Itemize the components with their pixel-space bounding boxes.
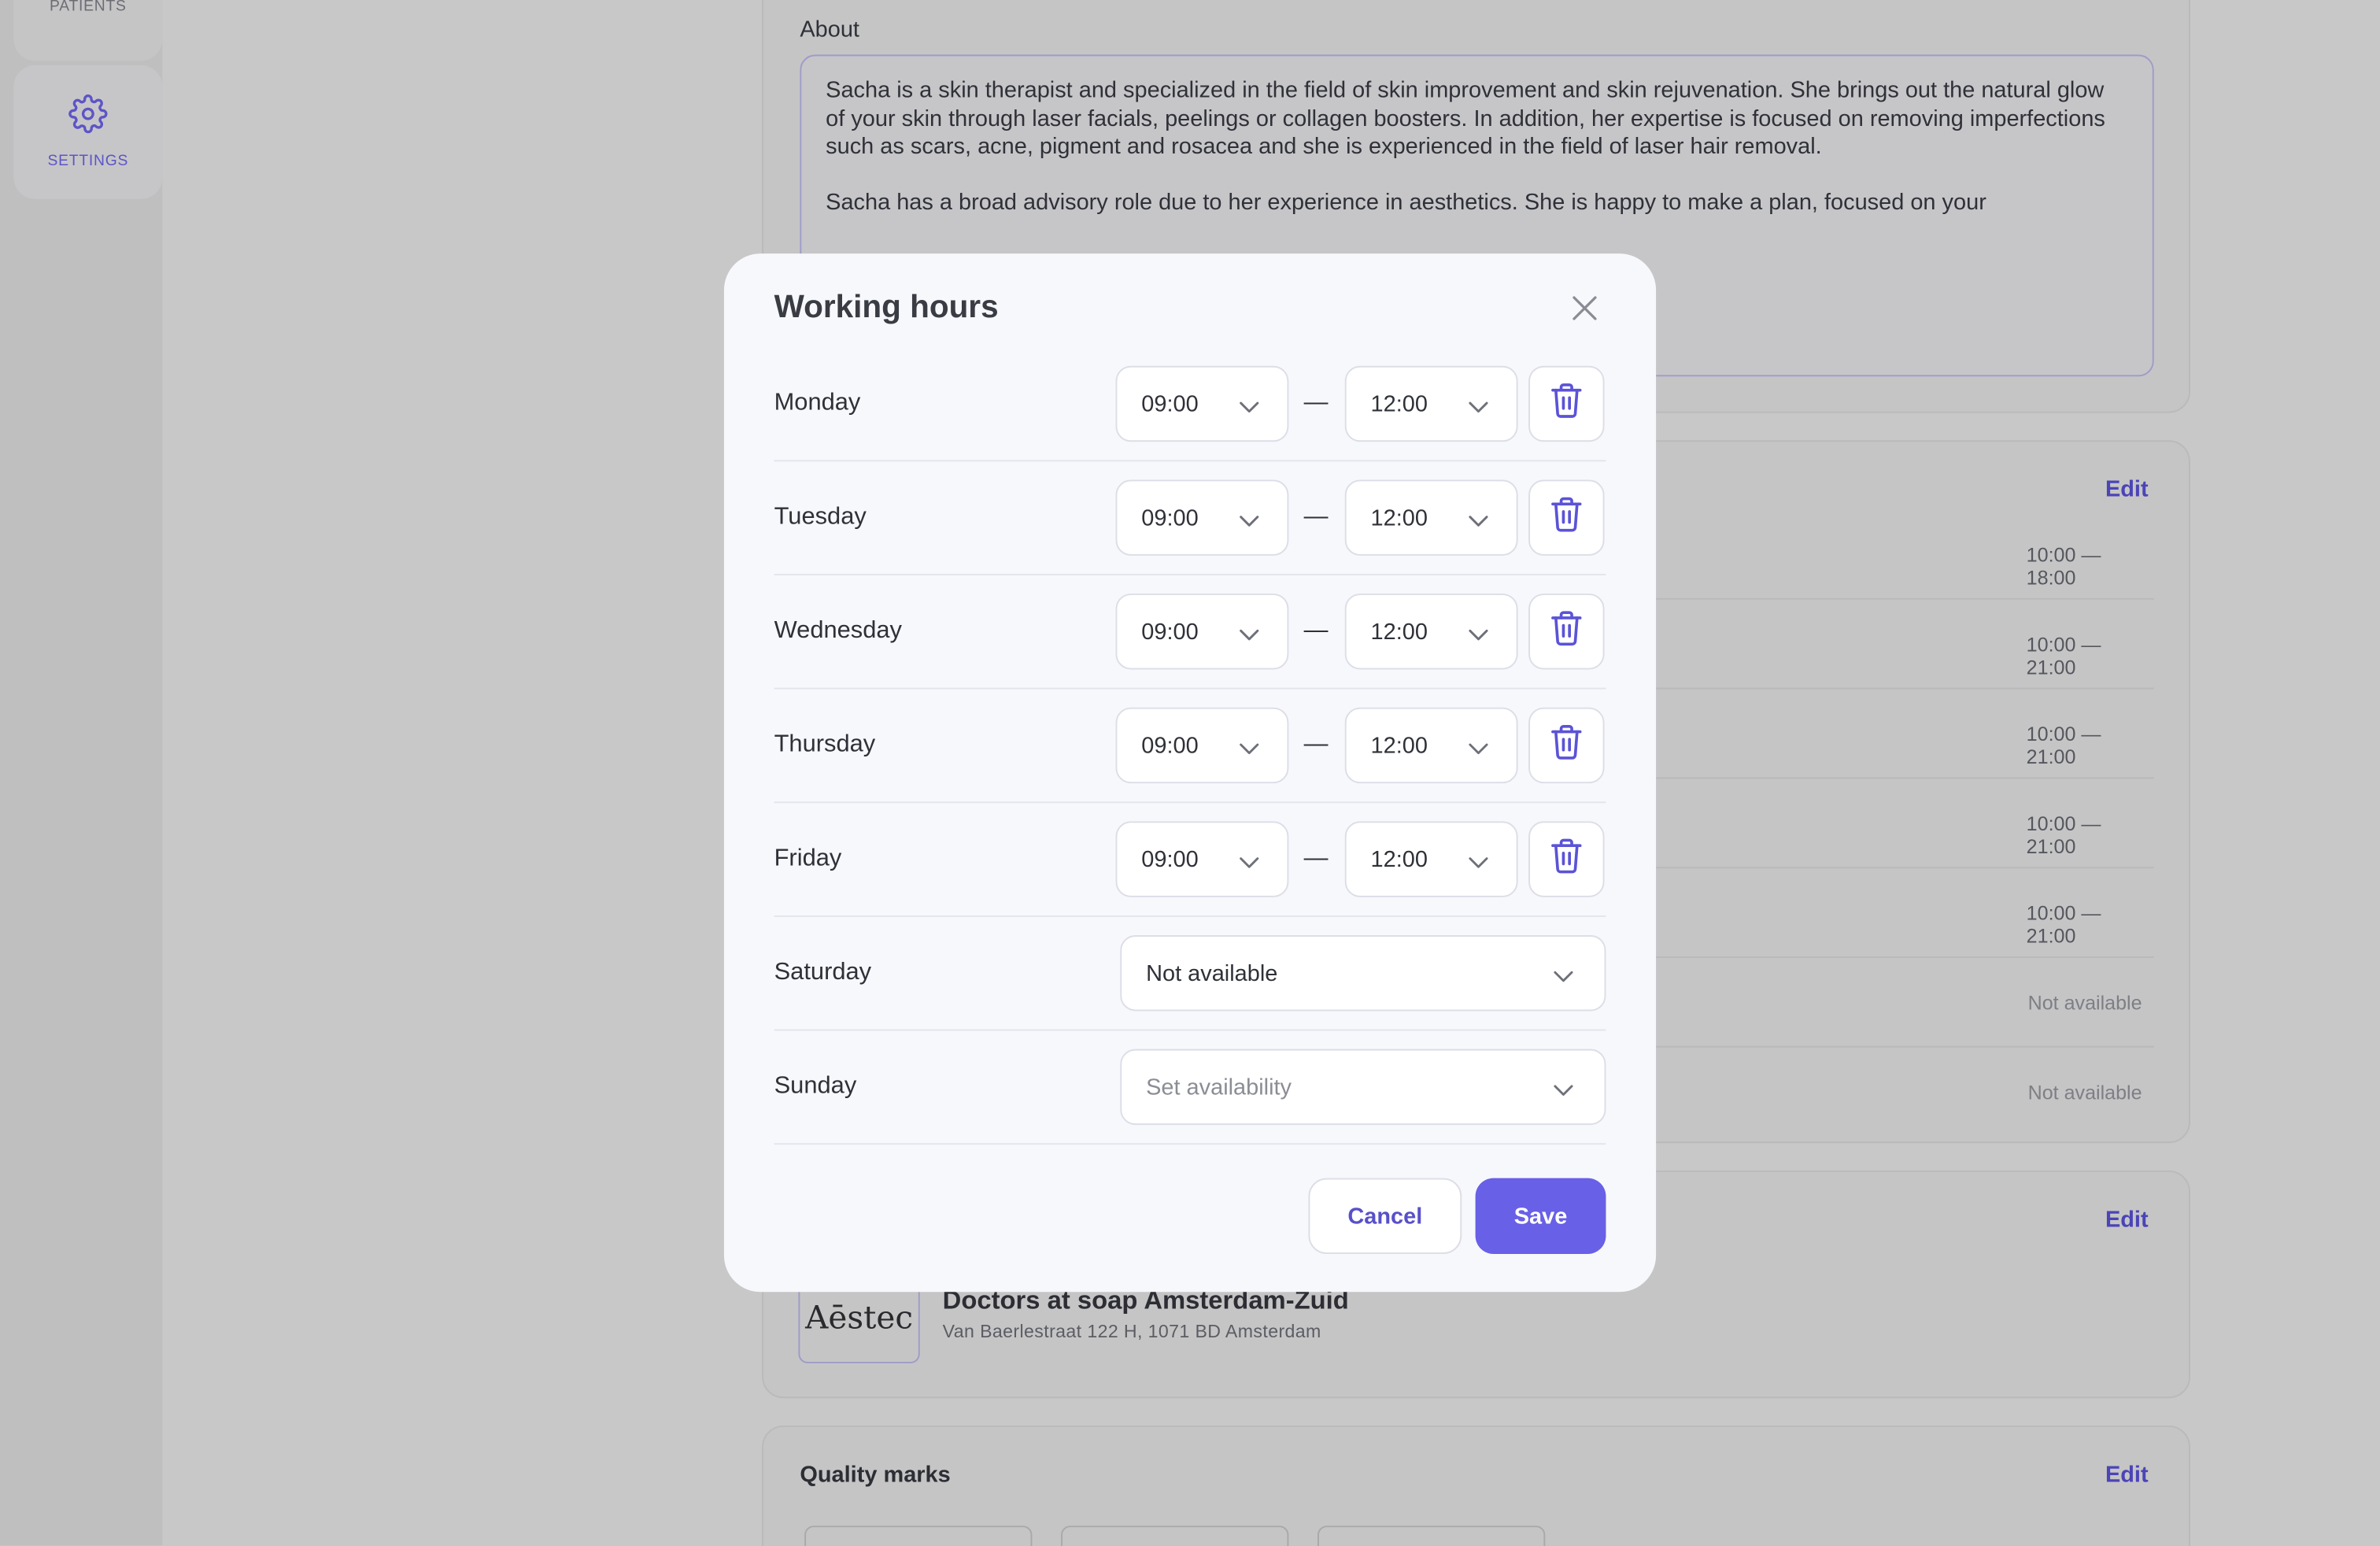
day-label: Tuesday	[774, 504, 867, 531]
day-row-sunday: Sunday Set availability	[774, 1031, 1606, 1145]
chevron-down-icon	[1468, 394, 1489, 420]
hours-value: 10:00 — 21:00	[2026, 633, 2101, 679]
trash-icon	[1550, 609, 1583, 653]
day-row-thursday: Thursday 09:00 — 12:00	[774, 690, 1606, 804]
working-hours-edit-link[interactable]: Edit	[2105, 477, 2149, 503]
sidebar-item-label: PATIENTS	[50, 0, 127, 16]
close-button[interactable]	[1568, 294, 1601, 327]
close-icon	[1571, 294, 1598, 328]
hours-value: 10:00 — 21:00	[2026, 901, 2101, 948]
availability-select[interactable]: Not available	[1120, 935, 1606, 1012]
save-button[interactable]: Save	[1475, 1178, 1606, 1255]
start-time-select[interactable]: 09:00	[1115, 594, 1289, 670]
about-title: About	[800, 17, 859, 43]
delete-button[interactable]	[1528, 479, 1605, 556]
cancel-button[interactable]: Cancel	[1308, 1178, 1462, 1255]
end-time-select[interactable]: 12:00	[1344, 365, 1518, 442]
sidebar-item-label: SETTINGS	[47, 153, 129, 171]
end-time-select[interactable]: 12:00	[1344, 821, 1518, 897]
app-stage: PATIENTS SETTINGS About Sacha is a skin …	[0, 0, 2380, 1546]
trash-icon	[1550, 838, 1583, 882]
working-hours-modal: Working hours Monday 09:00 — 12:00 Tuesd…	[723, 253, 1657, 1293]
hours-value: 10:00 — 21:00	[2026, 723, 2101, 768]
availability-select[interactable]: Set availability	[1120, 1049, 1606, 1126]
start-time-select[interactable]: 09:00	[1115, 707, 1289, 784]
hours-value: Not available	[2027, 991, 2142, 1015]
trash-icon	[1550, 382, 1583, 426]
trash-icon	[1550, 723, 1583, 767]
end-time-value: 12:00	[1370, 505, 1428, 531]
end-time-value: 12:00	[1370, 618, 1428, 645]
start-time-select[interactable]: 09:00	[1115, 479, 1289, 556]
chevron-down-icon	[1553, 1078, 1574, 1104]
quality-mark-card[interactable]	[804, 1526, 1033, 1546]
chevron-down-icon	[1468, 850, 1489, 876]
day-row-wednesday: Wednesday 09:00 — 12:00	[774, 575, 1606, 690]
start-time-value: 09:00	[1141, 846, 1199, 872]
chevron-down-icon	[1468, 623, 1489, 649]
delete-button[interactable]	[1528, 707, 1605, 784]
day-label: Sunday	[774, 1073, 857, 1100]
time-separator: —	[1303, 731, 1329, 758]
chevron-down-icon	[1239, 623, 1260, 649]
day-label: Friday	[774, 845, 842, 872]
about-paragraph: Sacha has a broad advisory role due to h…	[826, 190, 1986, 216]
time-separator: —	[1303, 617, 1329, 644]
sidebar-item-patients[interactable]: PATIENTS	[13, 0, 163, 61]
time-separator: —	[1303, 504, 1329, 531]
end-time-value: 12:00	[1370, 732, 1428, 759]
delete-button[interactable]	[1528, 594, 1605, 670]
gear-icon	[68, 94, 108, 142]
end-time-select[interactable]: 12:00	[1344, 479, 1518, 556]
modal-title: Working hours	[774, 290, 999, 325]
day-label: Thursday	[774, 731, 876, 758]
start-time-value: 09:00	[1141, 505, 1199, 531]
end-time-value: 12:00	[1370, 846, 1428, 872]
trash-icon	[1550, 496, 1583, 540]
chevron-down-icon	[1239, 394, 1260, 420]
hours-value: Not available	[2027, 1081, 2142, 1104]
time-separator: —	[1303, 845, 1329, 872]
quality-mark-card[interactable]	[1318, 1526, 1546, 1546]
chevron-down-icon	[1239, 736, 1260, 762]
day-label: Wednesday	[774, 617, 902, 644]
availability-value: Not available	[1146, 960, 1278, 986]
delete-button[interactable]	[1528, 365, 1605, 442]
time-separator: —	[1303, 390, 1329, 416]
clinic-edit-link[interactable]: Edit	[2105, 1207, 2149, 1233]
end-time-select[interactable]: 12:00	[1344, 594, 1518, 670]
chevron-down-icon	[1553, 964, 1574, 990]
delete-button[interactable]	[1528, 821, 1605, 897]
chevron-down-icon	[1468, 736, 1489, 762]
end-time-select[interactable]: 12:00	[1344, 707, 1518, 784]
day-row-saturday: Saturday Not available	[774, 917, 1606, 1031]
hours-value: 10:00 — 21:00	[2026, 812, 2101, 858]
day-row-friday: Friday 09:00 — 12:00	[774, 803, 1606, 917]
sidebar: PATIENTS SETTINGS	[0, 0, 163, 1546]
sidebar-item-settings[interactable]: SETTINGS	[13, 65, 163, 199]
chevron-down-icon	[1239, 509, 1260, 534]
start-time-value: 09:00	[1141, 618, 1199, 645]
start-time-select[interactable]: 09:00	[1115, 365, 1289, 442]
chevron-down-icon	[1239, 850, 1260, 876]
chevron-down-icon	[1468, 509, 1489, 534]
availability-placeholder: Set availability	[1146, 1074, 1292, 1100]
day-row-monday: Monday 09:00 — 12:00	[774, 348, 1606, 462]
start-time-value: 09:00	[1141, 732, 1199, 759]
quality-marks-edit-link[interactable]: Edit	[2105, 1462, 2149, 1488]
day-label: Saturday	[774, 959, 872, 986]
start-time-value: 09:00	[1141, 390, 1199, 417]
about-paragraph: Sacha is a skin therapist and specialize…	[826, 77, 2105, 160]
end-time-value: 12:00	[1370, 390, 1428, 417]
start-time-select[interactable]: 09:00	[1115, 821, 1289, 897]
clinic-address: Van Baerlestraat 122 H, 1071 BD Amsterda…	[942, 1320, 1321, 1342]
day-row-tuesday: Tuesday 09:00 — 12:00	[774, 461, 1606, 575]
hours-value: 10:00 — 18:00	[2026, 543, 2101, 590]
quality-mark-card[interactable]	[1061, 1526, 1289, 1546]
day-label: Monday	[774, 390, 861, 416]
quality-marks-title: Quality marks	[800, 1462, 951, 1489]
